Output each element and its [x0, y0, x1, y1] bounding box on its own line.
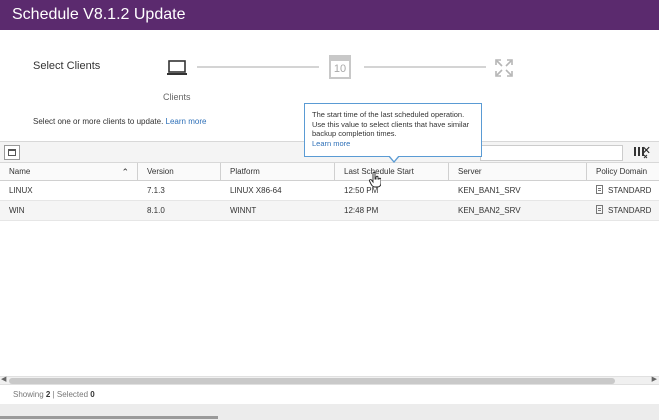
- progress-indicator: [0, 416, 218, 419]
- filter-input[interactable]: [480, 145, 623, 161]
- laptop-icon[interactable]: [166, 59, 188, 77]
- status-separator: |: [52, 390, 55, 399]
- showing-label: Showing: [13, 390, 44, 399]
- column-header-policy-domain[interactable]: Policy Domain: [587, 163, 659, 181]
- showing-count: 2: [45, 390, 51, 399]
- cell-policy-domain: STANDARD: [587, 181, 659, 201]
- cell-server: KEN_BAN2_SRV: [458, 206, 521, 215]
- clients-table: Name ⌃ Version Platform Last Schedule St…: [0, 163, 659, 221]
- cell-name: LINUX: [9, 186, 33, 195]
- calendar-icon[interactable]: 10: [329, 55, 351, 79]
- status-text: Showing 2 | Selected 0: [13, 390, 95, 399]
- step-title: Select Clients: [33, 60, 101, 72]
- cell-platform: LINUX X86-64: [230, 186, 282, 195]
- policy-domain-value: STANDARD: [608, 206, 652, 215]
- status-bar: Showing 2 | Selected 0: [0, 384, 659, 404]
- step-connector: [197, 66, 319, 68]
- expand-icon[interactable]: [494, 58, 514, 78]
- window-title: Schedule V8.1.2 Update: [12, 6, 186, 23]
- selected-label: Selected: [56, 390, 89, 399]
- tooltip-text: The start time of the last scheduled ope…: [312, 110, 470, 138]
- export-button[interactable]: [4, 145, 20, 160]
- scroll-left-icon[interactable]: ◀: [1, 375, 6, 383]
- learn-more-link[interactable]: Learn more: [166, 117, 207, 126]
- cell-server: KEN_BAN1_SRV: [458, 186, 521, 195]
- calendar-day: 10: [333, 63, 347, 75]
- step-connector: [364, 66, 486, 68]
- cell-policy-domain: STANDARD: [587, 201, 659, 221]
- column-header-label: Name: [9, 167, 31, 176]
- scroll-right-icon[interactable]: ▶: [652, 375, 657, 383]
- export-icon: [8, 149, 16, 156]
- column-header-last-schedule-start[interactable]: Last Schedule Start: [335, 163, 449, 181]
- instruction-text: Select one or more clients to update. Le…: [33, 117, 206, 126]
- column-tooltip: The start time of the last scheduled ope…: [304, 103, 482, 157]
- table-row[interactable]: LINUX 7.1.3 LINUX X86-64 12:50 PM KEN_BA…: [0, 181, 659, 201]
- policy-domain-value: STANDARD: [608, 186, 652, 195]
- column-header-version[interactable]: Version: [138, 163, 221, 181]
- tooltip-arrow-fill: [389, 155, 399, 161]
- cell-version: 8.1.0: [147, 206, 165, 215]
- tooltip-learn-more-link[interactable]: Learn more: [312, 139, 350, 148]
- document-icon[interactable]: [596, 205, 603, 214]
- column-header-platform[interactable]: Platform: [221, 163, 335, 181]
- horizontal-scrollbar[interactable]: ◀ ▶: [0, 376, 659, 384]
- document-icon[interactable]: [596, 185, 603, 194]
- hand-cursor-icon: [369, 172, 381, 188]
- cell-last-schedule-start: 12:50 PM: [344, 186, 379, 195]
- selected-count: 0: [90, 390, 95, 399]
- column-header-name[interactable]: Name ⌃: [0, 163, 138, 181]
- cell-version: 7.1.3: [147, 186, 165, 195]
- title-bar: Schedule V8.1.2 Update: [0, 0, 659, 30]
- table-header: Name ⌃ Version Platform Last Schedule St…: [0, 163, 659, 181]
- cell-name: WIN: [9, 206, 25, 215]
- bottom-strip: [0, 404, 659, 420]
- chevron-up-icon[interactable]: ⌃: [121, 163, 129, 181]
- cell-last-schedule-start: 12:48 PM: [344, 206, 379, 215]
- table-row[interactable]: WIN 8.1.0 WINNT 12:48 PM KEN_BAN2_SRV ST…: [0, 201, 659, 221]
- instruction-label: Select one or more clients to update.: [33, 117, 164, 126]
- columns-icon[interactable]: [634, 146, 648, 159]
- cell-platform: WINNT: [230, 206, 257, 215]
- column-header-server[interactable]: Server: [449, 163, 587, 181]
- step-label-clients: Clients: [163, 92, 191, 102]
